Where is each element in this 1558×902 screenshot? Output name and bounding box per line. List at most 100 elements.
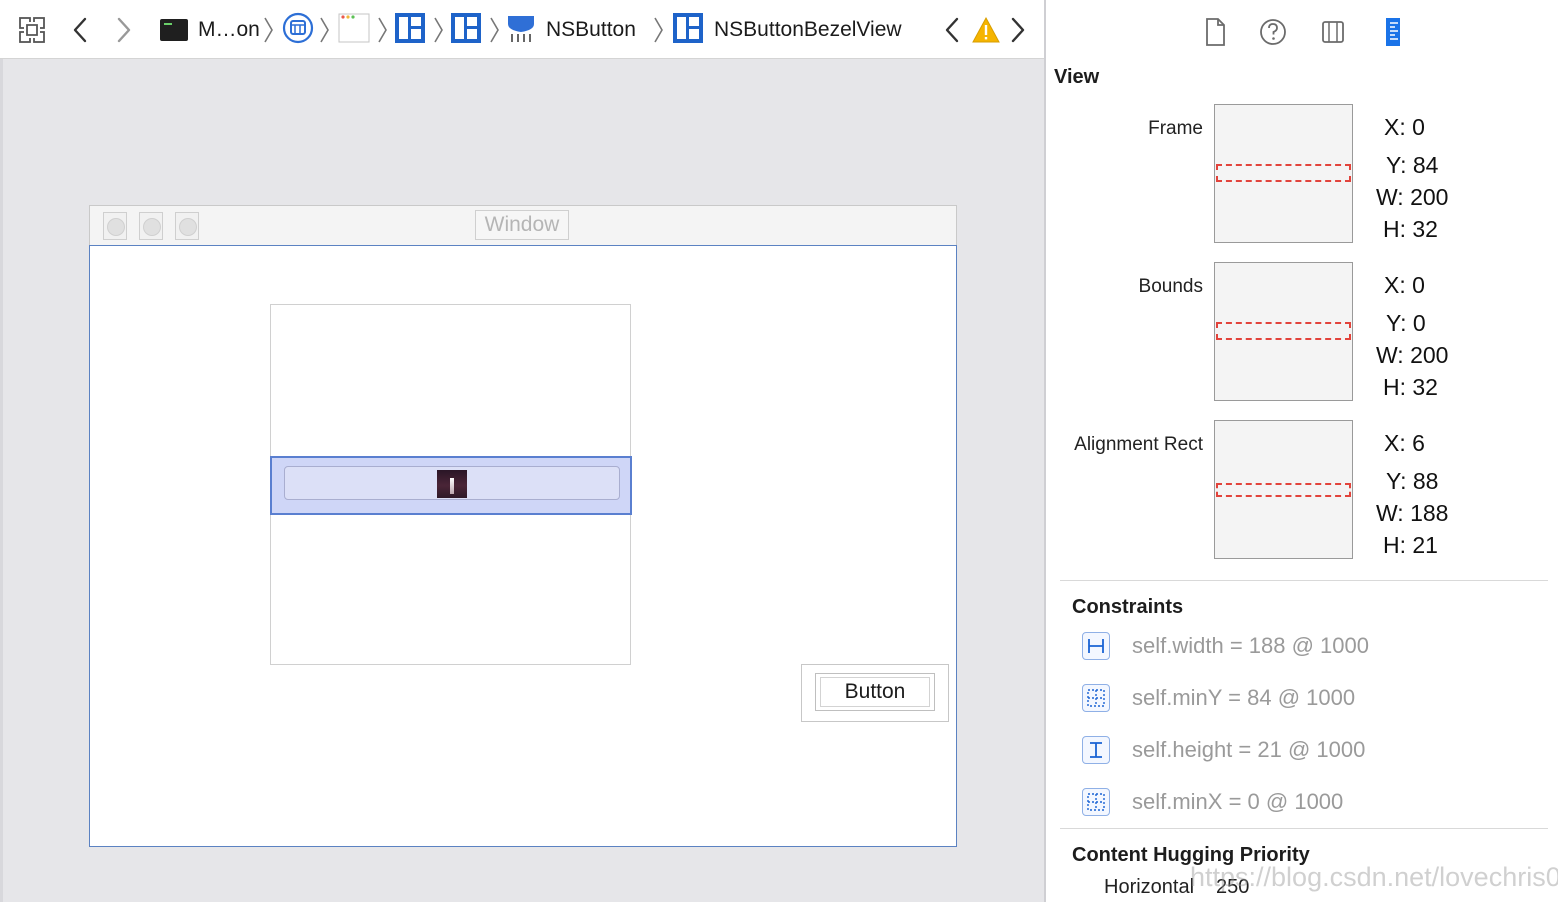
constraint-width-text: self.width = 188 @ 1000 xyxy=(1132,633,1369,658)
frame-x[interactable]: X: 0 xyxy=(1384,114,1425,141)
y-key: Y: xyxy=(1386,152,1407,178)
alignment-rect-indicator xyxy=(1216,483,1351,497)
x-key: X: xyxy=(1384,114,1406,140)
window-content-view[interactable]: Button xyxy=(89,245,957,847)
warning-icon[interactable] xyxy=(972,14,1000,46)
x-key: X: xyxy=(1384,272,1406,298)
frame-rect-indicator xyxy=(1216,164,1351,182)
constraint-height-text: self.height = 21 @ 1000 xyxy=(1132,737,1366,762)
push-button[interactable]: Button xyxy=(815,673,935,711)
breadcrumb-storyboard[interactable] xyxy=(282,12,314,49)
breadcrumb-separator-icon xyxy=(376,14,388,46)
window-title: Window xyxy=(475,210,569,240)
view-icon xyxy=(394,12,426,49)
frame-y[interactable]: Y: 84 xyxy=(1386,152,1438,179)
alignment-h[interactable]: H: 21 xyxy=(1383,532,1438,559)
breadcrumb-window[interactable] xyxy=(338,13,370,48)
y-key: Y: xyxy=(1386,468,1407,494)
frame-w-value: 200 xyxy=(1410,184,1449,210)
identity-inspector-icon[interactable] xyxy=(1318,16,1348,48)
bounds-h[interactable]: H: 32 xyxy=(1383,374,1438,401)
alignment-rect-label: Alignment Rect xyxy=(1074,434,1203,455)
alignment-w[interactable]: W: 188 xyxy=(1376,500,1448,527)
bounds-y[interactable]: Y: 0 xyxy=(1386,310,1426,337)
constraints-title: Constraints xyxy=(1072,596,1184,618)
breadcrumb-button[interactable]: NSButton xyxy=(504,14,636,46)
frame-diagram xyxy=(1214,104,1353,243)
breadcrumb-separator-icon xyxy=(488,14,500,46)
breadcrumb-bezel-view[interactable]: NSButtonBezelView xyxy=(672,12,902,49)
storyboard-icon xyxy=(282,12,314,49)
bounds-x[interactable]: X: 0 xyxy=(1384,272,1425,299)
alignment-rect-diagram xyxy=(1214,420,1353,559)
view-section-title: View xyxy=(1054,66,1100,88)
constraint-minx-text: self.minX = 0 @ 1000 xyxy=(1132,789,1344,814)
breadcrumb-view[interactable] xyxy=(394,12,426,49)
zoom-window-button[interactable] xyxy=(175,212,199,240)
button-bezel-view[interactable] xyxy=(284,466,620,500)
minimize-window-button[interactable] xyxy=(139,212,163,240)
file-inspector-icon[interactable] xyxy=(1200,16,1230,48)
ib-window[interactable]: Window Button xyxy=(89,205,957,847)
bounds-w[interactable]: W: 200 xyxy=(1376,342,1448,369)
related-items-icon[interactable] xyxy=(18,14,46,46)
app-icon xyxy=(160,19,188,41)
bezel-view-icon xyxy=(672,12,704,49)
frame-w[interactable]: W: 200 xyxy=(1376,184,1448,211)
w-key: W: xyxy=(1376,342,1404,368)
width-constraint-icon xyxy=(1082,632,1110,660)
frame-h[interactable]: H: 32 xyxy=(1383,216,1438,243)
position-constraint-icon xyxy=(1082,788,1110,816)
back-chevron-icon[interactable] xyxy=(70,14,90,46)
previous-issue-chevron-icon[interactable] xyxy=(942,14,962,46)
push-button-label: Button xyxy=(820,677,930,707)
alignment-y-value: 88 xyxy=(1412,468,1439,494)
frame-h-value: 32 xyxy=(1412,216,1438,242)
breadcrumb-project-label: M…on xyxy=(198,18,260,41)
jump-bar: M…on NSButton NSButtonBezelView xyxy=(0,0,1044,59)
button-image-thumbnail xyxy=(437,470,467,498)
breadcrumb-stack-view[interactable] xyxy=(450,12,482,49)
inspector-tab-bar xyxy=(1046,0,1558,60)
height-constraint-icon xyxy=(1082,736,1110,764)
watermark: https://blog.csdn.net/lovechris00 xyxy=(1190,862,1558,892)
h-key: H: xyxy=(1383,216,1406,242)
section-divider xyxy=(1060,580,1548,581)
size-inspector-icon[interactable] xyxy=(1378,16,1408,48)
frame-x-value: 0 xyxy=(1412,114,1425,140)
position-constraint-icon xyxy=(1082,684,1110,712)
forward-chevron-icon[interactable] xyxy=(114,14,134,46)
window-icon xyxy=(338,13,370,48)
frame-y-value: 84 xyxy=(1412,152,1439,178)
alignment-h-value: 21 xyxy=(1412,532,1438,558)
y-key: Y: xyxy=(1386,310,1407,336)
next-issue-chevron-icon[interactable] xyxy=(1008,14,1028,46)
canvas-pane: M…on NSButton NSButtonBezelView Window B… xyxy=(0,0,1044,902)
button-icon xyxy=(504,12,538,49)
stack-view-icon xyxy=(450,12,482,49)
selected-nsbutton[interactable] xyxy=(270,456,632,515)
breadcrumb-project[interactable]: M…on xyxy=(160,14,260,46)
w-key: W: xyxy=(1376,500,1404,526)
inspector-pane: View Frame X: 0 Y: 84 W: 200 H: 32 Bound… xyxy=(1046,0,1558,902)
window-titlebar[interactable]: Window xyxy=(89,205,957,245)
left-edge xyxy=(0,0,3,902)
bounds-w-value: 200 xyxy=(1410,342,1449,368)
close-window-button[interactable] xyxy=(103,212,127,240)
hugging-horizontal-label: Horizontal xyxy=(1104,876,1195,898)
w-key: W: xyxy=(1376,184,1404,210)
breadcrumb-separator-icon xyxy=(262,14,274,46)
push-button-frame[interactable]: Button xyxy=(801,664,949,722)
alignment-y[interactable]: Y: 88 xyxy=(1386,468,1438,495)
h-key: H: xyxy=(1383,374,1406,400)
breadcrumb-button-label: NSButton xyxy=(546,18,636,41)
constraint-miny-text: self.minY = 84 @ 1000 xyxy=(1132,685,1356,710)
breadcrumb-separator-icon xyxy=(318,14,330,46)
help-inspector-icon[interactable] xyxy=(1258,16,1288,48)
alignment-x-value: 6 xyxy=(1412,430,1425,456)
bounds-h-value: 32 xyxy=(1412,374,1438,400)
bounds-rect-indicator xyxy=(1216,322,1351,340)
bounds-label: Bounds xyxy=(1138,276,1203,297)
alignment-x[interactable]: X: 6 xyxy=(1384,430,1425,457)
alignment-w-value: 188 xyxy=(1410,500,1449,526)
